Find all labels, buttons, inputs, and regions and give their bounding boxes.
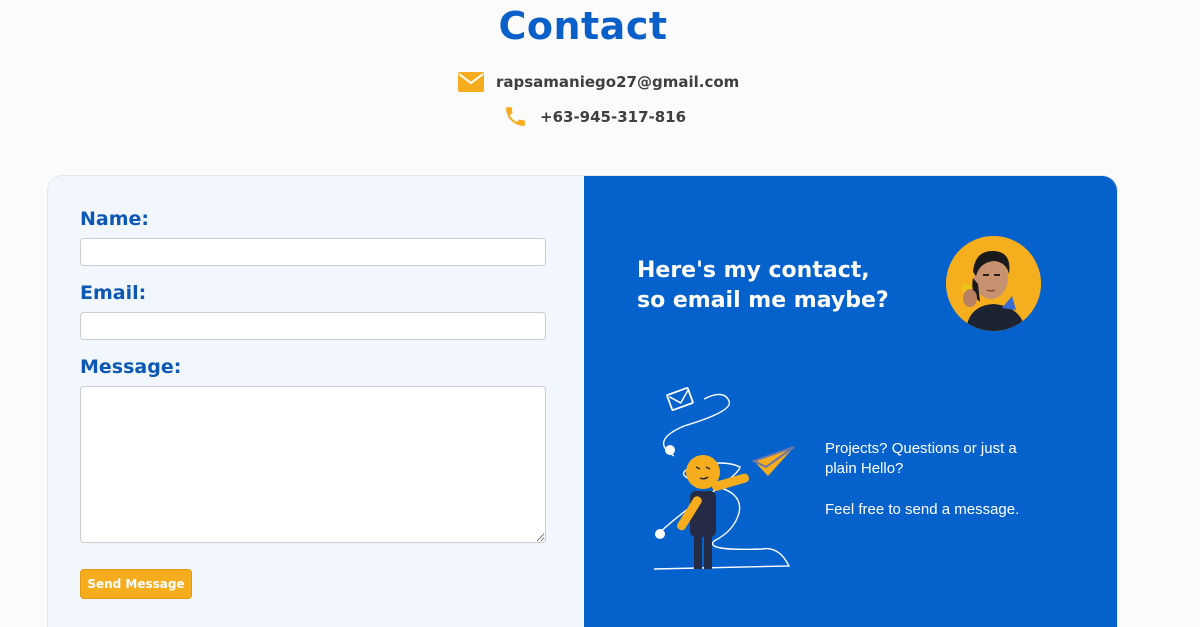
email-text[interactable]: rapsamaniego27@gmail.com [496,73,739,91]
email-input[interactable] [80,312,546,340]
avatar [946,236,1041,331]
info-heading: Here's my contact, so email me maybe? [637,256,889,316]
name-label: Name: [80,208,150,230]
email-label: Email: [80,282,147,304]
phone-text[interactable]: +63-945-317-816 [540,108,686,126]
info-panel: Here's my contact, so email me maybe? Pr… [584,176,1117,627]
contact-form: Name: Email: Message: Send Message [48,176,584,627]
info-invite: Feel free to send a message. [825,501,1020,518]
name-input[interactable] [80,238,546,266]
paper-plane-illustration [644,381,804,585]
info-heading-line-1: Here's my contact, [637,258,870,283]
envelope-icon [458,72,484,92]
contact-phone: +63-945-317-816 [503,104,686,129]
contact-email: rapsamaniego27@gmail.com [458,72,739,92]
contact-card: Name: Email: Message: Send Message Here'… [47,175,1118,627]
message-textarea[interactable] [80,386,546,543]
phone-icon [503,104,528,129]
send-message-button[interactable]: Send Message [80,569,192,599]
info-heading-line-2: so email me maybe? [637,288,889,313]
page-title: Contact [498,4,668,48]
info-question: Projects? Questions or just a plain Hell… [825,440,1017,477]
message-label: Message: [80,356,182,378]
